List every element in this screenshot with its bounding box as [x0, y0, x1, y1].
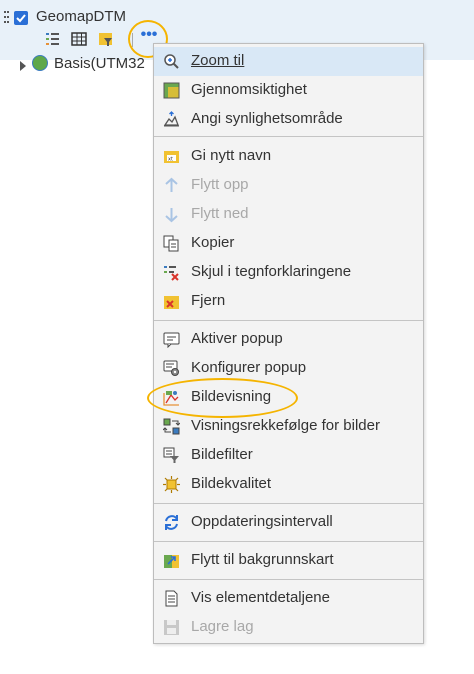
layer-visibility-checkbox[interactable] — [14, 11, 28, 25]
basemap-icon — [163, 552, 180, 569]
highlight-oval — [147, 378, 298, 418]
menu-item-label: Gjennomsiktighet — [191, 81, 307, 98]
menu-item-refresh-interval[interactable]: Oppdateringsintervall — [154, 508, 423, 537]
menu-divider — [154, 579, 423, 580]
table-icon[interactable] — [70, 30, 88, 48]
arrow-down-icon — [163, 206, 180, 223]
menu-item-label: Zoom til — [191, 52, 245, 69]
menu-item-move-up: Flytt opp — [154, 171, 423, 200]
remove-icon — [163, 293, 180, 310]
menu-item-label: Bildekvalitet — [191, 475, 272, 492]
menu-item-label: Flytt til bakgrunnskart — [191, 551, 334, 568]
menu-item-label: Oppdateringsintervall — [191, 513, 333, 530]
filter-icon[interactable] — [97, 30, 115, 48]
menu-item-label: Flytt opp — [191, 176, 249, 193]
menu-item-visibility-range[interactable]: Angi synlighetsområde — [154, 105, 423, 134]
legend-icon[interactable] — [44, 30, 62, 48]
svg-text:xt: xt — [168, 157, 173, 163]
layer-title: GeomapDTM — [36, 8, 127, 25]
globe-icon — [32, 55, 48, 71]
copy-icon — [163, 235, 180, 252]
image-order-icon — [162, 418, 181, 435]
visibility-range-icon — [163, 111, 180, 128]
menu-item-remove[interactable]: Fjern — [154, 287, 423, 316]
basis-layer-label: Basis(UTM32 — [54, 55, 145, 72]
arrow-up-icon — [163, 177, 180, 194]
rename-icon: xt — [163, 148, 180, 165]
menu-item-rename[interactable]: xt Gi nytt navn — [154, 142, 423, 171]
expand-triangle-icon[interactable] — [20, 61, 26, 71]
menu-divider — [154, 503, 423, 504]
menu-item-move-to-basemap[interactable]: Flytt til bakgrunnskart — [154, 546, 423, 575]
image-quality-icon — [163, 476, 180, 493]
menu-item-label: Visningsrekkefølge for bilder — [191, 417, 380, 434]
menu-item-enable-popup[interactable]: Aktiver popup — [154, 325, 423, 354]
menu-item-label: Aktiver popup — [191, 330, 283, 347]
menu-item-label: Bildefilter — [191, 446, 253, 463]
menu-item-label: Flytt ned — [191, 205, 249, 222]
menu-divider — [154, 541, 423, 542]
popup-icon — [163, 331, 180, 349]
menu-item-image-quality[interactable]: Bildekvalitet — [154, 470, 423, 499]
menu-item-hide-in-legend[interactable]: Skjul i tegnforklaringene — [154, 258, 423, 287]
menu-item-label: Gi nytt navn — [191, 147, 272, 164]
zoom-icon — [163, 53, 180, 70]
menu-item-copy[interactable]: Kopier — [154, 229, 423, 258]
menu-item-label: Kopier — [191, 234, 235, 251]
menu-item-label: Vis elementdetaljene — [191, 589, 330, 606]
image-filter-icon — [163, 447, 180, 464]
menu-item-label: Konfigurer popup — [191, 359, 307, 376]
menu-item-move-down: Flytt ned — [154, 200, 423, 229]
menu-item-zoom-to[interactable]: Zoom til — [154, 47, 423, 76]
save-icon — [163, 619, 180, 636]
refresh-icon — [163, 514, 180, 531]
configure-popup-icon — [163, 360, 180, 377]
hide-legend-icon — [163, 264, 180, 281]
menu-item-label: Lagre lag — [191, 618, 254, 635]
menu-item-show-details[interactable]: Vis elementdetaljene — [154, 584, 423, 613]
menu-divider — [154, 320, 423, 321]
layer-context-menu: Zoom til Gjennomsiktighet Angi synlighet… — [153, 43, 424, 644]
menu-item-label: Skjul i tegnforklaringene — [191, 263, 352, 280]
menu-item-label: Angi synlighetsområde — [191, 110, 343, 127]
menu-item-image-filter[interactable]: Bildefilter — [154, 441, 423, 470]
drag-handle-icon[interactable] — [4, 11, 10, 27]
menu-item-save-layer: Lagre lag — [154, 613, 423, 642]
menu-divider — [154, 136, 423, 137]
menu-item-label: Fjern — [191, 292, 226, 309]
transparency-icon — [163, 82, 180, 99]
menu-item-transparency[interactable]: Gjennomsiktighet — [154, 76, 423, 105]
document-icon — [163, 590, 180, 607]
